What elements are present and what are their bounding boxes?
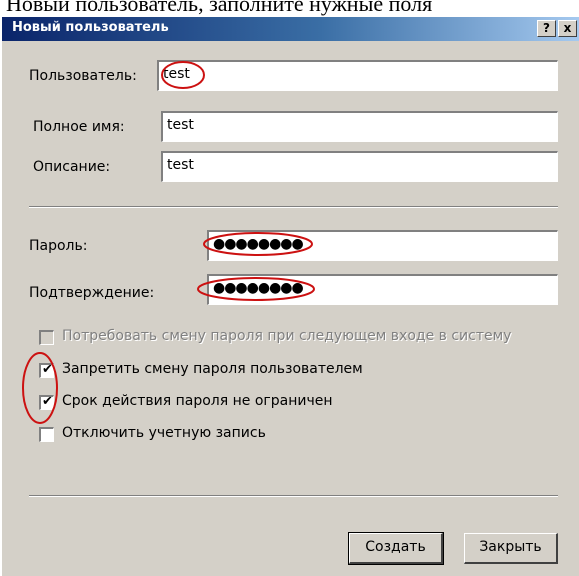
option-never-expires-label[interactable]: Срок действия пароля не ограничен: [62, 393, 333, 409]
option-disable-account-label[interactable]: Отключить учетную запись: [62, 425, 266, 441]
checkbox-disable-account[interactable]: [39, 427, 54, 442]
background-caption: Новый пользователь, заполните нужные пол…: [0, 0, 579, 17]
title-bar[interactable]: Новый пользователь ? x: [2, 17, 579, 41]
separator-bottom: [29, 495, 558, 497]
create-button[interactable]: Создать: [348, 532, 444, 565]
close-window-button[interactable]: x: [558, 20, 577, 37]
confirm-password-field[interactable]: ●●●●●●●●: [207, 274, 558, 305]
confirm-password-label: Подтверждение:: [29, 285, 155, 301]
password-field[interactable]: ●●●●●●●●: [207, 230, 558, 261]
separator-top: [29, 206, 558, 208]
username-label: Пользователь:: [29, 68, 137, 84]
window-title: Новый пользователь: [12, 20, 169, 35]
checkbox-require-change: [39, 330, 54, 345]
background-caption-text: Новый пользователь, заполните нужные пол…: [6, 0, 433, 16]
option-require-change-label: Потребовать смену пароля при следующем в…: [62, 328, 512, 344]
fullname-label: Полное имя:: [33, 119, 125, 135]
option-prevent-change-label[interactable]: Запретить смену пароля пользователем: [62, 361, 363, 377]
username-field[interactable]: test: [157, 60, 558, 91]
help-button[interactable]: ?: [537, 20, 556, 37]
checkbox-prevent-change[interactable]: ✔: [39, 362, 54, 378]
close-button[interactable]: Закрыть: [464, 533, 558, 564]
checkmark-icon: ✔: [42, 394, 53, 409]
password-label: Пароль:: [29, 238, 88, 254]
new-user-dialog: Новый пользователь ? x Пользователь: tes…: [0, 17, 579, 576]
description-field[interactable]: test: [161, 151, 558, 182]
description-label: Описание:: [33, 159, 111, 175]
checkmark-icon: ✔: [42, 362, 53, 377]
checkbox-never-expires[interactable]: ✔: [39, 394, 54, 410]
fullname-field[interactable]: test: [161, 111, 558, 142]
